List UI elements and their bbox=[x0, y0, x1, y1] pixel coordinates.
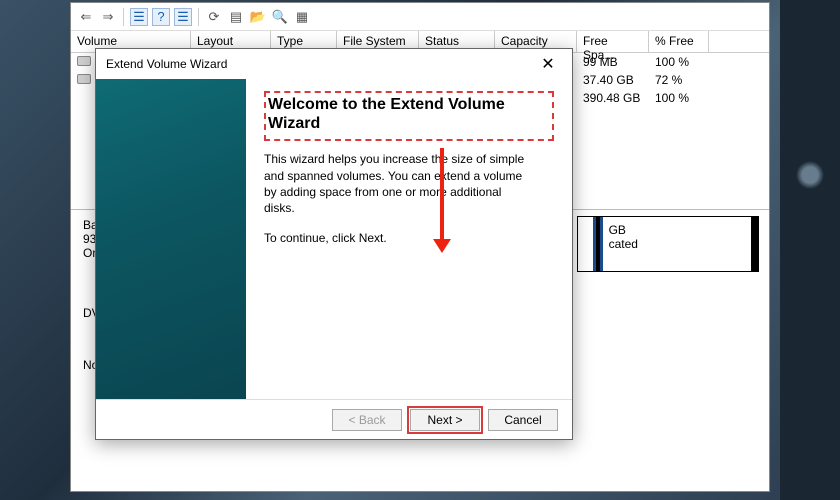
forward-icon[interactable]: ⇒ bbox=[99, 8, 117, 26]
wizard-content: Welcome to the Extend Volume Wizard This… bbox=[246, 79, 572, 399]
back-button: < Back bbox=[332, 409, 402, 431]
wizard-description: This wizard helps you increase the size … bbox=[264, 151, 534, 216]
find-icon[interactable]: 🔍 bbox=[271, 8, 289, 26]
seg-size: GB bbox=[609, 223, 745, 237]
col-free[interactable]: Free Spa... bbox=[577, 31, 649, 52]
close-icon[interactable]: ✕ bbox=[534, 53, 562, 75]
cell-pfree: 72 % bbox=[649, 72, 709, 88]
col-pfree[interactable]: % Free bbox=[649, 31, 709, 52]
cell-free: 37.40 GB bbox=[577, 72, 649, 88]
row-icon[interactable]: ☰ bbox=[130, 8, 148, 26]
open-folder-icon[interactable]: 📂 bbox=[249, 8, 267, 26]
toolbar: ⇐ ⇒ ☰ ? ☰ ⟳ ▤ 📂 🔍 ▦ bbox=[71, 3, 769, 31]
row2-icon[interactable]: ☰ bbox=[174, 8, 192, 26]
cell-pfree: 100 % bbox=[649, 90, 709, 106]
next-button[interactable]: Next > bbox=[410, 409, 480, 431]
settings-icon[interactable]: ▦ bbox=[293, 8, 311, 26]
annotation-arrow bbox=[440, 148, 444, 248]
cancel-button[interactable]: Cancel bbox=[488, 409, 558, 431]
cell-pfree: 100 % bbox=[649, 54, 709, 70]
back-icon[interactable]: ⇐ bbox=[77, 8, 95, 26]
wizard-titlebar: Extend Volume Wizard ✕ bbox=[96, 49, 572, 79]
extend-volume-wizard: Extend Volume Wizard ✕ Welcome to the Ex… bbox=[95, 48, 573, 440]
disk-bar[interactable]: GB cated bbox=[577, 216, 759, 272]
wizard-footer: < Back Next > Cancel bbox=[96, 399, 572, 439]
toolbar-separator bbox=[198, 8, 199, 26]
cell-free: 99 MB bbox=[577, 54, 649, 70]
wizard-title-text: Extend Volume Wizard bbox=[106, 57, 227, 71]
toolbar-separator bbox=[123, 8, 124, 26]
refresh-icon[interactable]: ⟳ bbox=[205, 8, 223, 26]
help-icon[interactable]: ? bbox=[152, 8, 170, 26]
seg-state: cated bbox=[609, 237, 745, 251]
volume-icon bbox=[77, 56, 91, 66]
wizard-continue-text: To continue, click Next. bbox=[264, 230, 534, 246]
wizard-heading: Welcome to the Extend Volume Wizard bbox=[264, 91, 554, 141]
volume-icon bbox=[77, 74, 91, 84]
cell-free: 390.48 GB bbox=[577, 90, 649, 106]
properties-icon[interactable]: ▤ bbox=[227, 8, 245, 26]
wizard-sidebar-image bbox=[96, 79, 246, 399]
